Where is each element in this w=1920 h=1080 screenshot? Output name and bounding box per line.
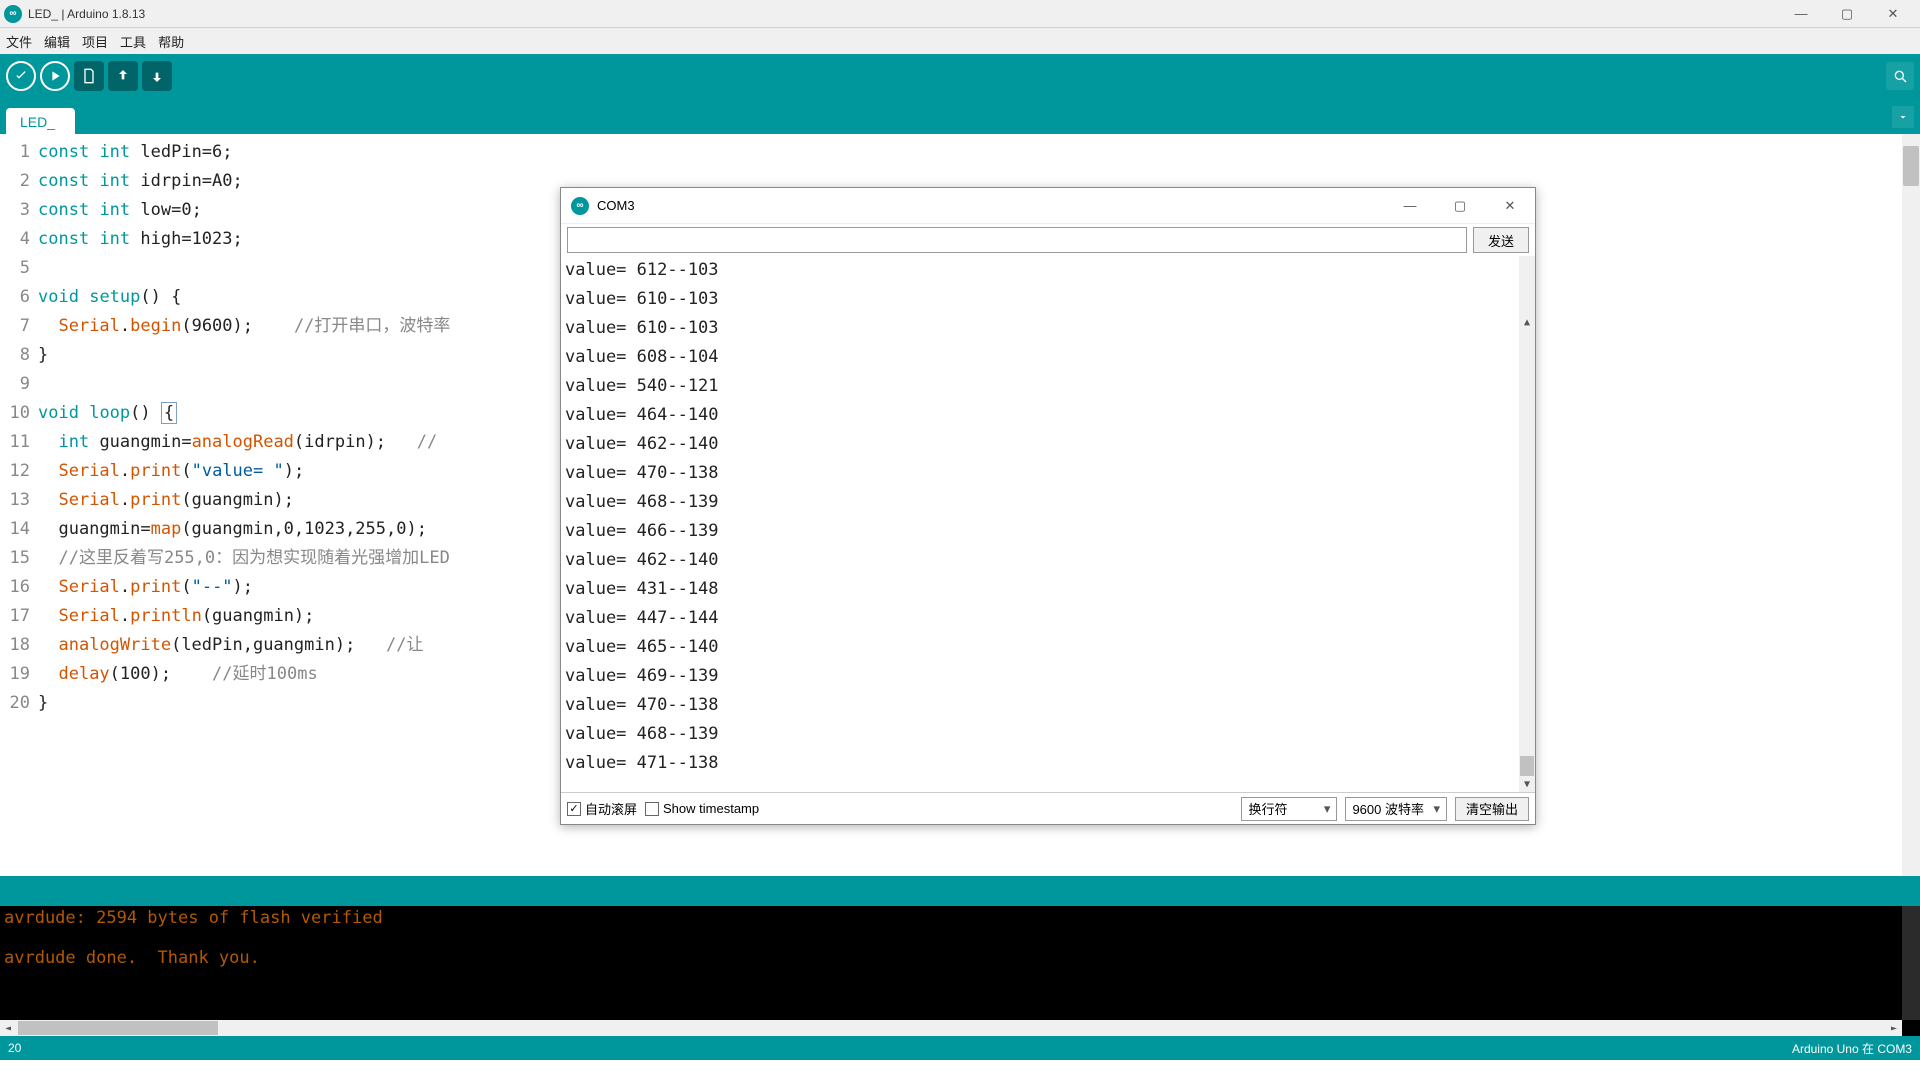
- serial-output-text: value= 612--103 value= 610--103 value= 6…: [565, 256, 1531, 778]
- serial-minimize-button[interactable]: —: [1385, 188, 1435, 224]
- serial-monitor-window: ∞ COM3 — ▢ ✕ 发送 value= 612--103 value= 6…: [560, 187, 1536, 825]
- serial-bottom-bar: ✓自动滚屏 Show timestamp 换行符 9600 波特率 清空输出: [561, 792, 1535, 824]
- editor-scrollbar[interactable]: [1902, 134, 1920, 876]
- menu-edit[interactable]: 编辑: [44, 32, 70, 51]
- baud-rate-select[interactable]: 9600 波特率: [1345, 797, 1447, 821]
- maximize-button[interactable]: ▢: [1824, 0, 1870, 28]
- menu-bar: 文件 编辑 项目 工具 帮助: [0, 28, 1920, 54]
- editor-scroll-thumb[interactable]: [1903, 146, 1919, 186]
- serial-scroll-up[interactable]: ▲: [1519, 314, 1535, 330]
- console-output[interactable]: avrdude: 2594 bytes of flash verified av…: [0, 906, 1920, 1036]
- toolbar: [0, 54, 1920, 98]
- serial-monitor-button[interactable]: [1886, 62, 1914, 90]
- serial-input[interactable]: [567, 227, 1467, 253]
- menu-tools[interactable]: 工具: [120, 32, 146, 51]
- save-button[interactable]: [142, 61, 172, 91]
- console-scroll-thumb[interactable]: [18, 1021, 218, 1035]
- menu-help[interactable]: 帮助: [158, 32, 184, 51]
- menu-sketch[interactable]: 项目: [82, 32, 108, 51]
- serial-scroll-down[interactable]: ▼: [1519, 776, 1535, 792]
- arduino-icon: ∞: [4, 5, 22, 23]
- timestamp-checkbox[interactable]: Show timestamp: [645, 801, 759, 816]
- tab-bar: LED_: [0, 98, 1920, 134]
- status-divider: [0, 876, 1920, 906]
- window-title: LED_ | Arduino 1.8.13: [28, 7, 145, 21]
- console-text: avrdude: 2594 bytes of flash verified av…: [4, 908, 1916, 968]
- open-button[interactable]: [108, 61, 138, 91]
- autoscroll-checkbox[interactable]: ✓自动滚屏: [567, 799, 637, 818]
- status-line-number: 20: [8, 1041, 21, 1055]
- console-scrollbar-h[interactable]: ◄ ►: [0, 1020, 1902, 1036]
- serial-close-button[interactable]: ✕: [1485, 188, 1535, 224]
- verify-button[interactable]: [6, 61, 36, 91]
- new-button[interactable]: [74, 61, 104, 91]
- scroll-left-arrow[interactable]: ◄: [0, 1020, 16, 1036]
- serial-send-button[interactable]: 发送: [1473, 227, 1529, 253]
- tab-menu-button[interactable]: [1892, 106, 1914, 128]
- upload-button[interactable]: [40, 61, 70, 91]
- serial-title: COM3: [597, 198, 635, 213]
- console-scrollbar-v[interactable]: [1902, 906, 1920, 1020]
- serial-scrollbar[interactable]: ▲ ▼: [1519, 256, 1535, 792]
- scroll-right-arrow[interactable]: ►: [1886, 1020, 1902, 1036]
- title-bar: ∞ LED_ | Arduino 1.8.13 — ▢ ✕: [0, 0, 1920, 28]
- tab-led[interactable]: LED_: [6, 108, 75, 134]
- arduino-icon: ∞: [571, 197, 589, 215]
- clear-output-button[interactable]: 清空输出: [1455, 797, 1529, 821]
- status-bar: 20 Arduino Uno 在 COM3: [0, 1036, 1920, 1060]
- status-board-port: Arduino Uno 在 COM3: [1792, 1040, 1912, 1057]
- line-ending-select[interactable]: 换行符: [1241, 797, 1337, 821]
- minimize-button[interactable]: —: [1778, 0, 1824, 28]
- menu-file[interactable]: 文件: [6, 32, 32, 51]
- line-gutter: 1234567891011121314151617181920: [0, 134, 38, 876]
- close-button[interactable]: ✕: [1870, 0, 1916, 28]
- serial-maximize-button[interactable]: ▢: [1435, 188, 1485, 224]
- serial-title-bar[interactable]: ∞ COM3 — ▢ ✕: [561, 188, 1535, 224]
- serial-output[interactable]: value= 612--103 value= 610--103 value= 6…: [561, 256, 1535, 792]
